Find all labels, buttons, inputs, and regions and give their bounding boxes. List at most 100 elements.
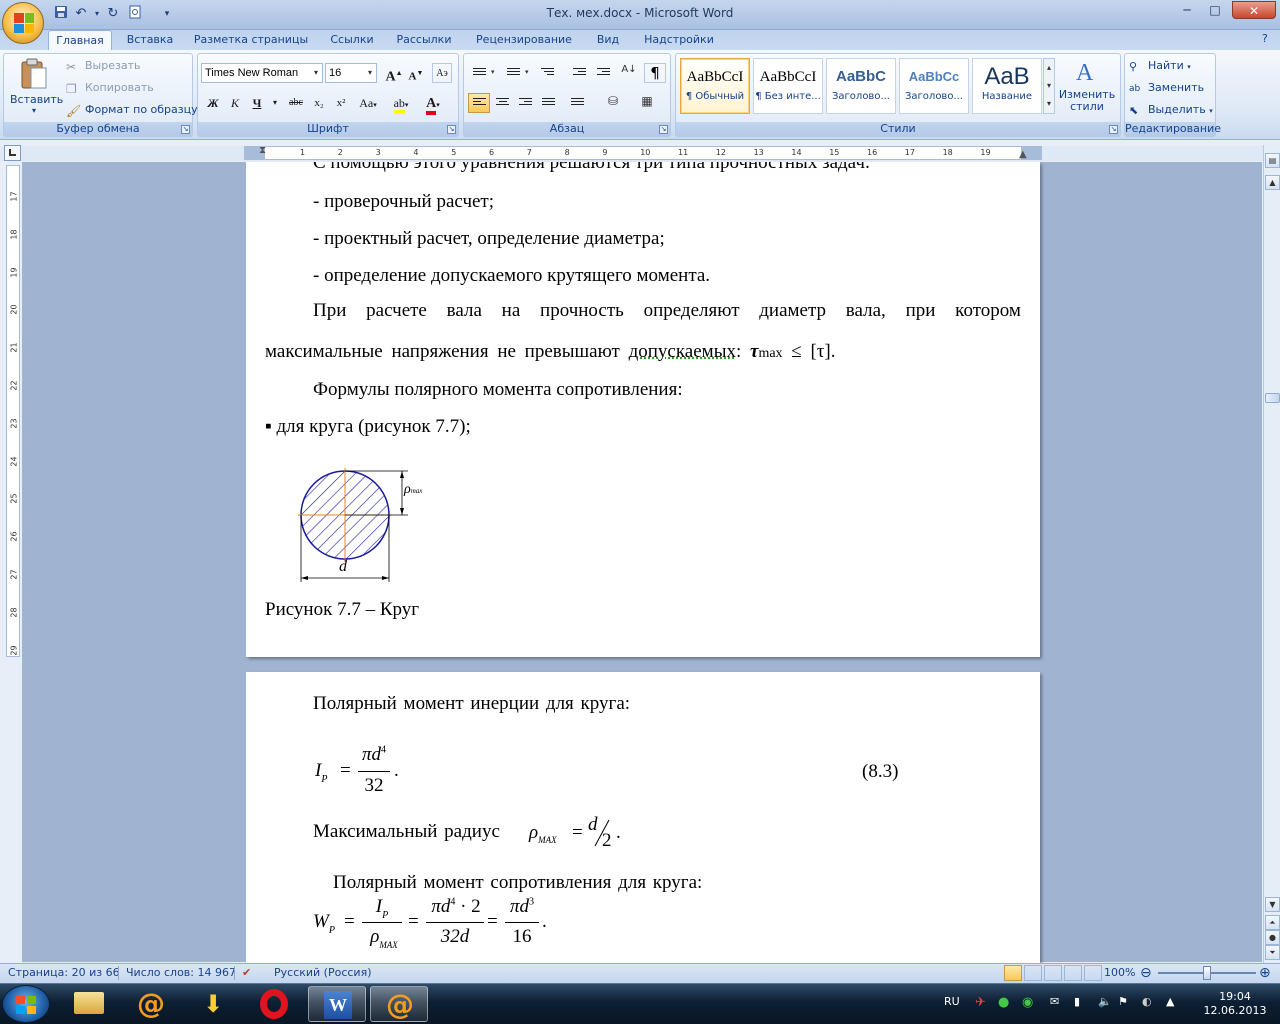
tray-icon[interactable]: ◉ <box>1022 995 1033 1010</box>
zoom-level[interactable]: 100% <box>1104 965 1135 981</box>
tab-review[interactable]: Рецензирование <box>468 30 580 50</box>
tab-selector-button[interactable] <box>4 145 21 161</box>
tray-icon[interactable]: ✉ <box>1050 995 1059 1008</box>
tab-home[interactable]: Главная <box>48 30 112 50</box>
minimize-button[interactable]: ─ <box>1174 1 1200 19</box>
opera-icon[interactable] <box>246 986 304 1022</box>
tray-icon[interactable]: ◐ <box>1142 995 1152 1008</box>
maximize-button[interactable]: □ <box>1202 1 1228 19</box>
close-button[interactable]: ✕ <box>1232 1 1276 19</box>
select-browse-object-icon[interactable]: ● <box>1265 930 1280 945</box>
help-icon[interactable]: ? <box>1262 32 1276 46</box>
mail-agent-icon[interactable]: @ <box>122 986 180 1022</box>
chevron-down-icon[interactable]: ▾ <box>265 93 285 113</box>
paste-dropdown-icon[interactable]: ▾ <box>10 106 58 115</box>
style-title[interactable]: AaB Название <box>972 58 1042 114</box>
view-ruler-icon[interactable]: ▤ <box>1265 153 1280 168</box>
language-status[interactable]: Русский (Россия) <box>274 965 372 981</box>
show-formatting-icon[interactable]: ¶ <box>644 63 666 83</box>
tab-insert[interactable]: Вставка <box>118 30 182 50</box>
zoom-out-icon[interactable]: ⊖ <box>1140 965 1152 981</box>
mail-agent-active-icon[interactable]: @ <box>370 986 428 1022</box>
word-taskbar-icon[interactable]: W <box>308 986 366 1022</box>
style-heading-1[interactable]: AaBbC Заголово... <box>826 58 896 114</box>
superscript-button[interactable]: x² <box>331 93 351 113</box>
chevron-down-icon[interactable]: ▾ <box>491 68 495 76</box>
strikethrough-button[interactable]: abc <box>283 93 309 113</box>
explorer-icon[interactable] <box>60 986 118 1022</box>
shrink-font-button[interactable]: A▼ <box>406 63 426 83</box>
horizontal-ruler[interactable]: 1 2 3 4 5 6 7 8 9 10 11 12 13 14 15 16 17 18 19 ⧗ ▲ <box>244 145 1042 160</box>
font-color-button[interactable]: A▾ <box>420 93 446 115</box>
tray-icon[interactable]: ● <box>998 995 1009 1010</box>
indent-marker-icon[interactable]: ⧗ <box>259 145 266 156</box>
line-spacing-icon[interactable] <box>566 93 594 113</box>
page[interactable] <box>246 672 1040 963</box>
styles-launcher-icon[interactable]: ↘ <box>1109 125 1118 134</box>
previous-page-icon[interactable]: ⏶ <box>1265 915 1280 930</box>
highlight-button[interactable]: ab▾ <box>388 93 414 114</box>
start-button[interactable] <box>2 985 50 1023</box>
paragraph-launcher-icon[interactable]: ↘ <box>659 125 668 134</box>
cut-button[interactable]: ✂ Вырезать <box>66 57 140 75</box>
style-no-spacing[interactable]: AaBbCcI ¶ Без инте... <box>753 58 823 114</box>
tab-addins[interactable]: Надстройки <box>636 30 722 50</box>
scroll-thumb[interactable] <box>1265 393 1280 403</box>
decrease-indent-icon[interactable] <box>568 63 590 83</box>
flag-icon[interactable]: ⚑ <box>1118 995 1128 1008</box>
zoom-slider-thumb[interactable] <box>1203 966 1211 980</box>
scroll-down-icon[interactable]: ▼ <box>1265 897 1280 912</box>
align-center-icon[interactable] <box>491 93 513 113</box>
tray-icon[interactable]: ▲ <box>1166 995 1174 1008</box>
numbering-icon[interactable] <box>502 63 524 83</box>
tray-icon[interactable]: ✈ <box>975 995 986 1010</box>
vertical-scrollbar[interactable]: ▤ ▲ ▼ ⏶ ● ⏷ <box>1263 145 1280 963</box>
tab-mailings[interactable]: Рассылки <box>388 30 460 50</box>
style-heading-2[interactable]: AaBbCc Заголово... <box>899 58 969 114</box>
zoom-slider[interactable] <box>1158 966 1256 980</box>
chevron-down-icon[interactable]: ▾ <box>525 68 529 76</box>
clear-formatting-icon[interactable]: Aэ <box>432 63 452 83</box>
find-button[interactable]: ⚲ Найти ▾ <box>1129 57 1191 75</box>
align-left-icon[interactable] <box>468 93 490 113</box>
draft-view-icon[interactable] <box>1084 965 1102 981</box>
bullets-icon[interactable] <box>468 63 490 83</box>
full-screen-reading-icon[interactable] <box>1024 965 1042 981</box>
style-normal[interactable]: AaBbCcI ¶ Обычный <box>680 58 750 114</box>
tab-page-layout[interactable]: Разметка страницы <box>188 30 314 50</box>
increase-indent-icon[interactable] <box>592 63 614 83</box>
scroll-up-icon[interactable]: ▲ <box>1265 175 1280 190</box>
grammar-underlined-word[interactable]: допускаемых <box>629 341 736 362</box>
replace-button[interactable]: ab Заменить <box>1129 79 1204 97</box>
print-layout-view-icon[interactable] <box>1004 965 1022 981</box>
clipboard-launcher-icon[interactable]: ↘ <box>181 125 190 134</box>
network-icon[interactable]: ▮ <box>1074 995 1080 1008</box>
zoom-in-icon[interactable]: ⊕ <box>1259 965 1271 981</box>
next-page-icon[interactable]: ⏷ <box>1265 945 1280 960</box>
format-painter-button[interactable]: 🖌 Формат по образцу <box>66 101 198 119</box>
tab-view[interactable]: Вид <box>588 30 628 50</box>
align-right-icon[interactable] <box>514 93 536 113</box>
download-icon[interactable]: ⬇ <box>184 986 242 1022</box>
clock[interactable]: 19:04 12.06.2013 <box>1200 990 1270 1018</box>
proofing-icon[interactable]: ✔ <box>242 965 251 981</box>
font-launcher-icon[interactable]: ↘ <box>447 125 456 134</box>
paste-button[interactable]: Вставить ▾ <box>10 58 63 118</box>
change-styles-button[interactable]: A Изменить стили <box>1058 56 1116 118</box>
shading-icon[interactable]: ⛁ <box>598 93 628 113</box>
font-size-combo[interactable]: 16 ▾ <box>325 63 377 83</box>
office-button[interactable] <box>2 2 44 44</box>
multilevel-list-icon[interactable] <box>536 63 558 83</box>
volume-icon[interactable]: 🔈 <box>1098 995 1112 1008</box>
language-indicator[interactable]: RU <box>944 995 960 1008</box>
subscript-button[interactable]: x₂ <box>309 93 329 113</box>
web-layout-icon[interactable] <box>1044 965 1062 981</box>
justify-icon[interactable] <box>537 93 559 113</box>
italic-button[interactable]: К <box>225 93 245 113</box>
borders-icon[interactable]: ▦ <box>632 93 662 113</box>
styles-scroll[interactable]: ▴ ▾ ▾ <box>1043 58 1055 114</box>
select-button[interactable]: ⬉ Выделить ▾ <box>1129 101 1213 119</box>
copy-button[interactable]: ❐ Копировать <box>66 79 154 97</box>
font-name-combo[interactable]: Times New Roman ▾ <box>201 63 323 83</box>
vertical-ruler[interactable]: 17 18 19 20 21 22 23 24 25 26 27 28 29 <box>6 165 20 657</box>
